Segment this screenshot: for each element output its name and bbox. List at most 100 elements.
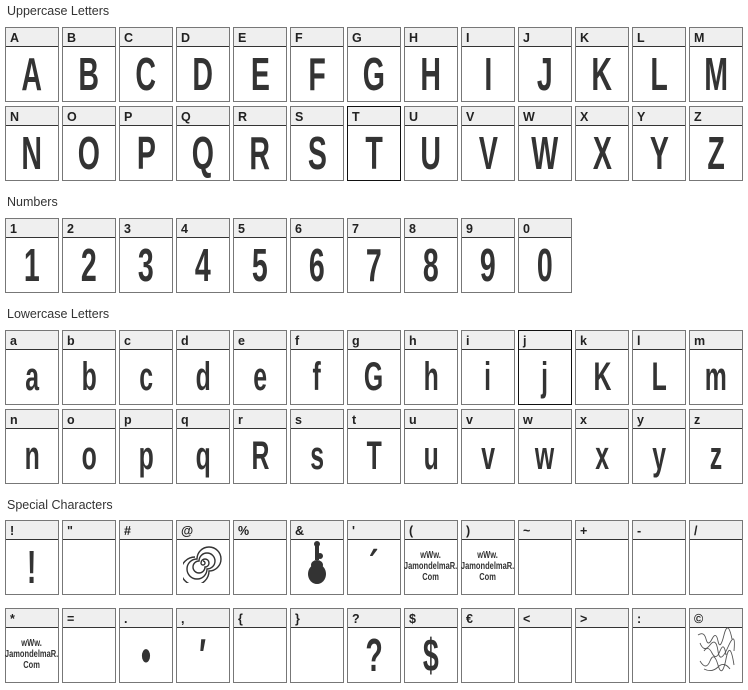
glyph-cell[interactable]: * wWw. JamondelmaR. Com bbox=[5, 608, 59, 683]
glyph-cell-label: j bbox=[519, 331, 571, 350]
glyph-cell[interactable]: dd bbox=[176, 330, 230, 405]
glyph-cell[interactable]: / bbox=[689, 520, 743, 595]
glyph-preview: b bbox=[63, 350, 115, 403]
glyph-cell[interactable]: 66 bbox=[290, 218, 344, 293]
glyph-char: S bbox=[307, 126, 327, 179]
glyph-cell[interactable]: zz bbox=[689, 409, 743, 484]
glyph-cell[interactable]: XX bbox=[575, 106, 629, 181]
glyph-cell[interactable]: . • bbox=[119, 608, 173, 683]
glyph-cell[interactable]: DD bbox=[176, 27, 230, 102]
glyph-cell[interactable]: WW bbox=[518, 106, 572, 181]
glyph-cell[interactable]: 22 bbox=[62, 218, 116, 293]
glyph-cell[interactable]: 11 bbox=[5, 218, 59, 293]
glyph-cell[interactable]: UU bbox=[404, 106, 458, 181]
glyph-cell[interactable]: JJ bbox=[518, 27, 572, 102]
glyph-cell[interactable]: 33 bbox=[119, 218, 173, 293]
glyph-cell[interactable]: ii bbox=[461, 330, 515, 405]
glyph-cell[interactable]: qq bbox=[176, 409, 230, 484]
glyph-cell[interactable]: OO bbox=[62, 106, 116, 181]
glyph-cell[interactable]: " bbox=[62, 520, 116, 595]
glyph-cell[interactable]: mm bbox=[689, 330, 743, 405]
glyph-cell[interactable]: pp bbox=[119, 409, 173, 484]
glyph-cell[interactable]: II bbox=[461, 27, 515, 102]
glyph-cell-label: ~ bbox=[519, 521, 571, 540]
section-title-uppercase: Uppercase Letters bbox=[7, 4, 110, 18]
glyph-cell[interactable]: CC bbox=[119, 27, 173, 102]
glyph-char: w bbox=[535, 433, 555, 478]
glyph-cell[interactable]: = bbox=[62, 608, 116, 683]
glyph-cell[interactable]: 99 bbox=[461, 218, 515, 293]
glyph-cell[interactable]: GG bbox=[347, 27, 401, 102]
glyph-cell[interactable]: nn bbox=[5, 409, 59, 484]
glyph-cell[interactable]: 55 bbox=[233, 218, 287, 293]
glyph-cell[interactable]: vv bbox=[461, 409, 515, 484]
glyph-cell[interactable]: % bbox=[233, 520, 287, 595]
glyph-cell[interactable]: NN bbox=[5, 106, 59, 181]
glyph-cell[interactable]: EE bbox=[233, 27, 287, 102]
glyph-cell[interactable]: lL bbox=[632, 330, 686, 405]
glyph-cell[interactable]: , ′ bbox=[176, 608, 230, 683]
glyph-cell[interactable]: ff bbox=[290, 330, 344, 405]
glyph-cell[interactable]: oo bbox=[62, 409, 116, 484]
glyph-cell[interactable]: ww bbox=[518, 409, 572, 484]
glyph-cell[interactable]: + bbox=[575, 520, 629, 595]
glyph-cell[interactable]: TT bbox=[347, 106, 401, 181]
glyph-cell[interactable]: & bbox=[290, 520, 344, 595]
glyph-cell[interactable]: © bbox=[689, 608, 743, 683]
glyph-cell[interactable]: # bbox=[119, 520, 173, 595]
glyph-cell[interactable]: $ $ bbox=[404, 608, 458, 683]
glyph-cell[interactable]: VV bbox=[461, 106, 515, 181]
glyph-cell[interactable]: € bbox=[461, 608, 515, 683]
glyph-cell[interactable]: > bbox=[575, 608, 629, 683]
glyph-cell[interactable]: ee bbox=[233, 330, 287, 405]
glyph-cell[interactable]: uu bbox=[404, 409, 458, 484]
glyph-cell[interactable]: AA bbox=[5, 27, 59, 102]
glyph-cell[interactable]: rR bbox=[233, 409, 287, 484]
glyph-cell[interactable]: 77 bbox=[347, 218, 401, 293]
glyph-cell[interactable]: ~ bbox=[518, 520, 572, 595]
glyph-cell[interactable]: FF bbox=[290, 27, 344, 102]
glyph-cell[interactable]: { bbox=[233, 608, 287, 683]
glyph-preview bbox=[234, 628, 286, 681]
glyph-cell[interactable]: HH bbox=[404, 27, 458, 102]
glyph-cell[interactable]: jj bbox=[518, 330, 572, 405]
glyph-cell[interactable]: ' ´ bbox=[347, 520, 401, 595]
glyph-cell[interactable]: ZZ bbox=[689, 106, 743, 181]
glyph-cell[interactable]: @ bbox=[176, 520, 230, 595]
glyph-cell[interactable]: bb bbox=[62, 330, 116, 405]
glyph-preview bbox=[576, 628, 628, 681]
glyph-cell[interactable]: cc bbox=[119, 330, 173, 405]
glyph-cell[interactable]: KK bbox=[575, 27, 629, 102]
glyph-cell[interactable]: ss bbox=[290, 409, 344, 484]
glyph-cell[interactable]: } bbox=[290, 608, 344, 683]
glyph-cell-label: l bbox=[633, 331, 685, 350]
glyph-cell[interactable]: xx bbox=[575, 409, 629, 484]
glyph-char: a bbox=[25, 354, 39, 399]
glyph-cell[interactable]: RR bbox=[233, 106, 287, 181]
glyph-cell[interactable]: SS bbox=[290, 106, 344, 181]
glyph-cell[interactable]: gG bbox=[347, 330, 401, 405]
glyph-cell[interactable]: 88 bbox=[404, 218, 458, 293]
glyph-cell[interactable]: < bbox=[518, 608, 572, 683]
glyph-cell[interactable]: MM bbox=[689, 27, 743, 102]
glyph-cell[interactable]: 44 bbox=[176, 218, 230, 293]
glyph-cell[interactable]: (wWw. JamondelmaR. Com bbox=[404, 520, 458, 595]
glyph-cell-label: d bbox=[177, 331, 229, 350]
glyph-cell[interactable]: aa bbox=[5, 330, 59, 405]
glyph-cell[interactable]: LL bbox=[632, 27, 686, 102]
glyph-cell[interactable]: yy bbox=[632, 409, 686, 484]
glyph-cell[interactable]: YY bbox=[632, 106, 686, 181]
glyph-cell[interactable]: !! bbox=[5, 520, 59, 595]
glyph-cell[interactable]: BB bbox=[62, 27, 116, 102]
glyph-cell[interactable]: : bbox=[632, 608, 686, 683]
glyph-cell[interactable]: kK bbox=[575, 330, 629, 405]
glyph-cell[interactable]: hh bbox=[404, 330, 458, 405]
glyph-cell[interactable]: 00 bbox=[518, 218, 572, 293]
glyph-cell[interactable]: PP bbox=[119, 106, 173, 181]
glyph-cell[interactable]: ?? bbox=[347, 608, 401, 683]
glyph-cell[interactable]: tT bbox=[347, 409, 401, 484]
glyph-cell[interactable]: QQ bbox=[176, 106, 230, 181]
glyph-cell[interactable]: ) wWw. JamondelmaR. Com bbox=[461, 520, 515, 595]
glyph-cell[interactable]: - bbox=[632, 520, 686, 595]
glyph-preview: i bbox=[462, 350, 514, 403]
